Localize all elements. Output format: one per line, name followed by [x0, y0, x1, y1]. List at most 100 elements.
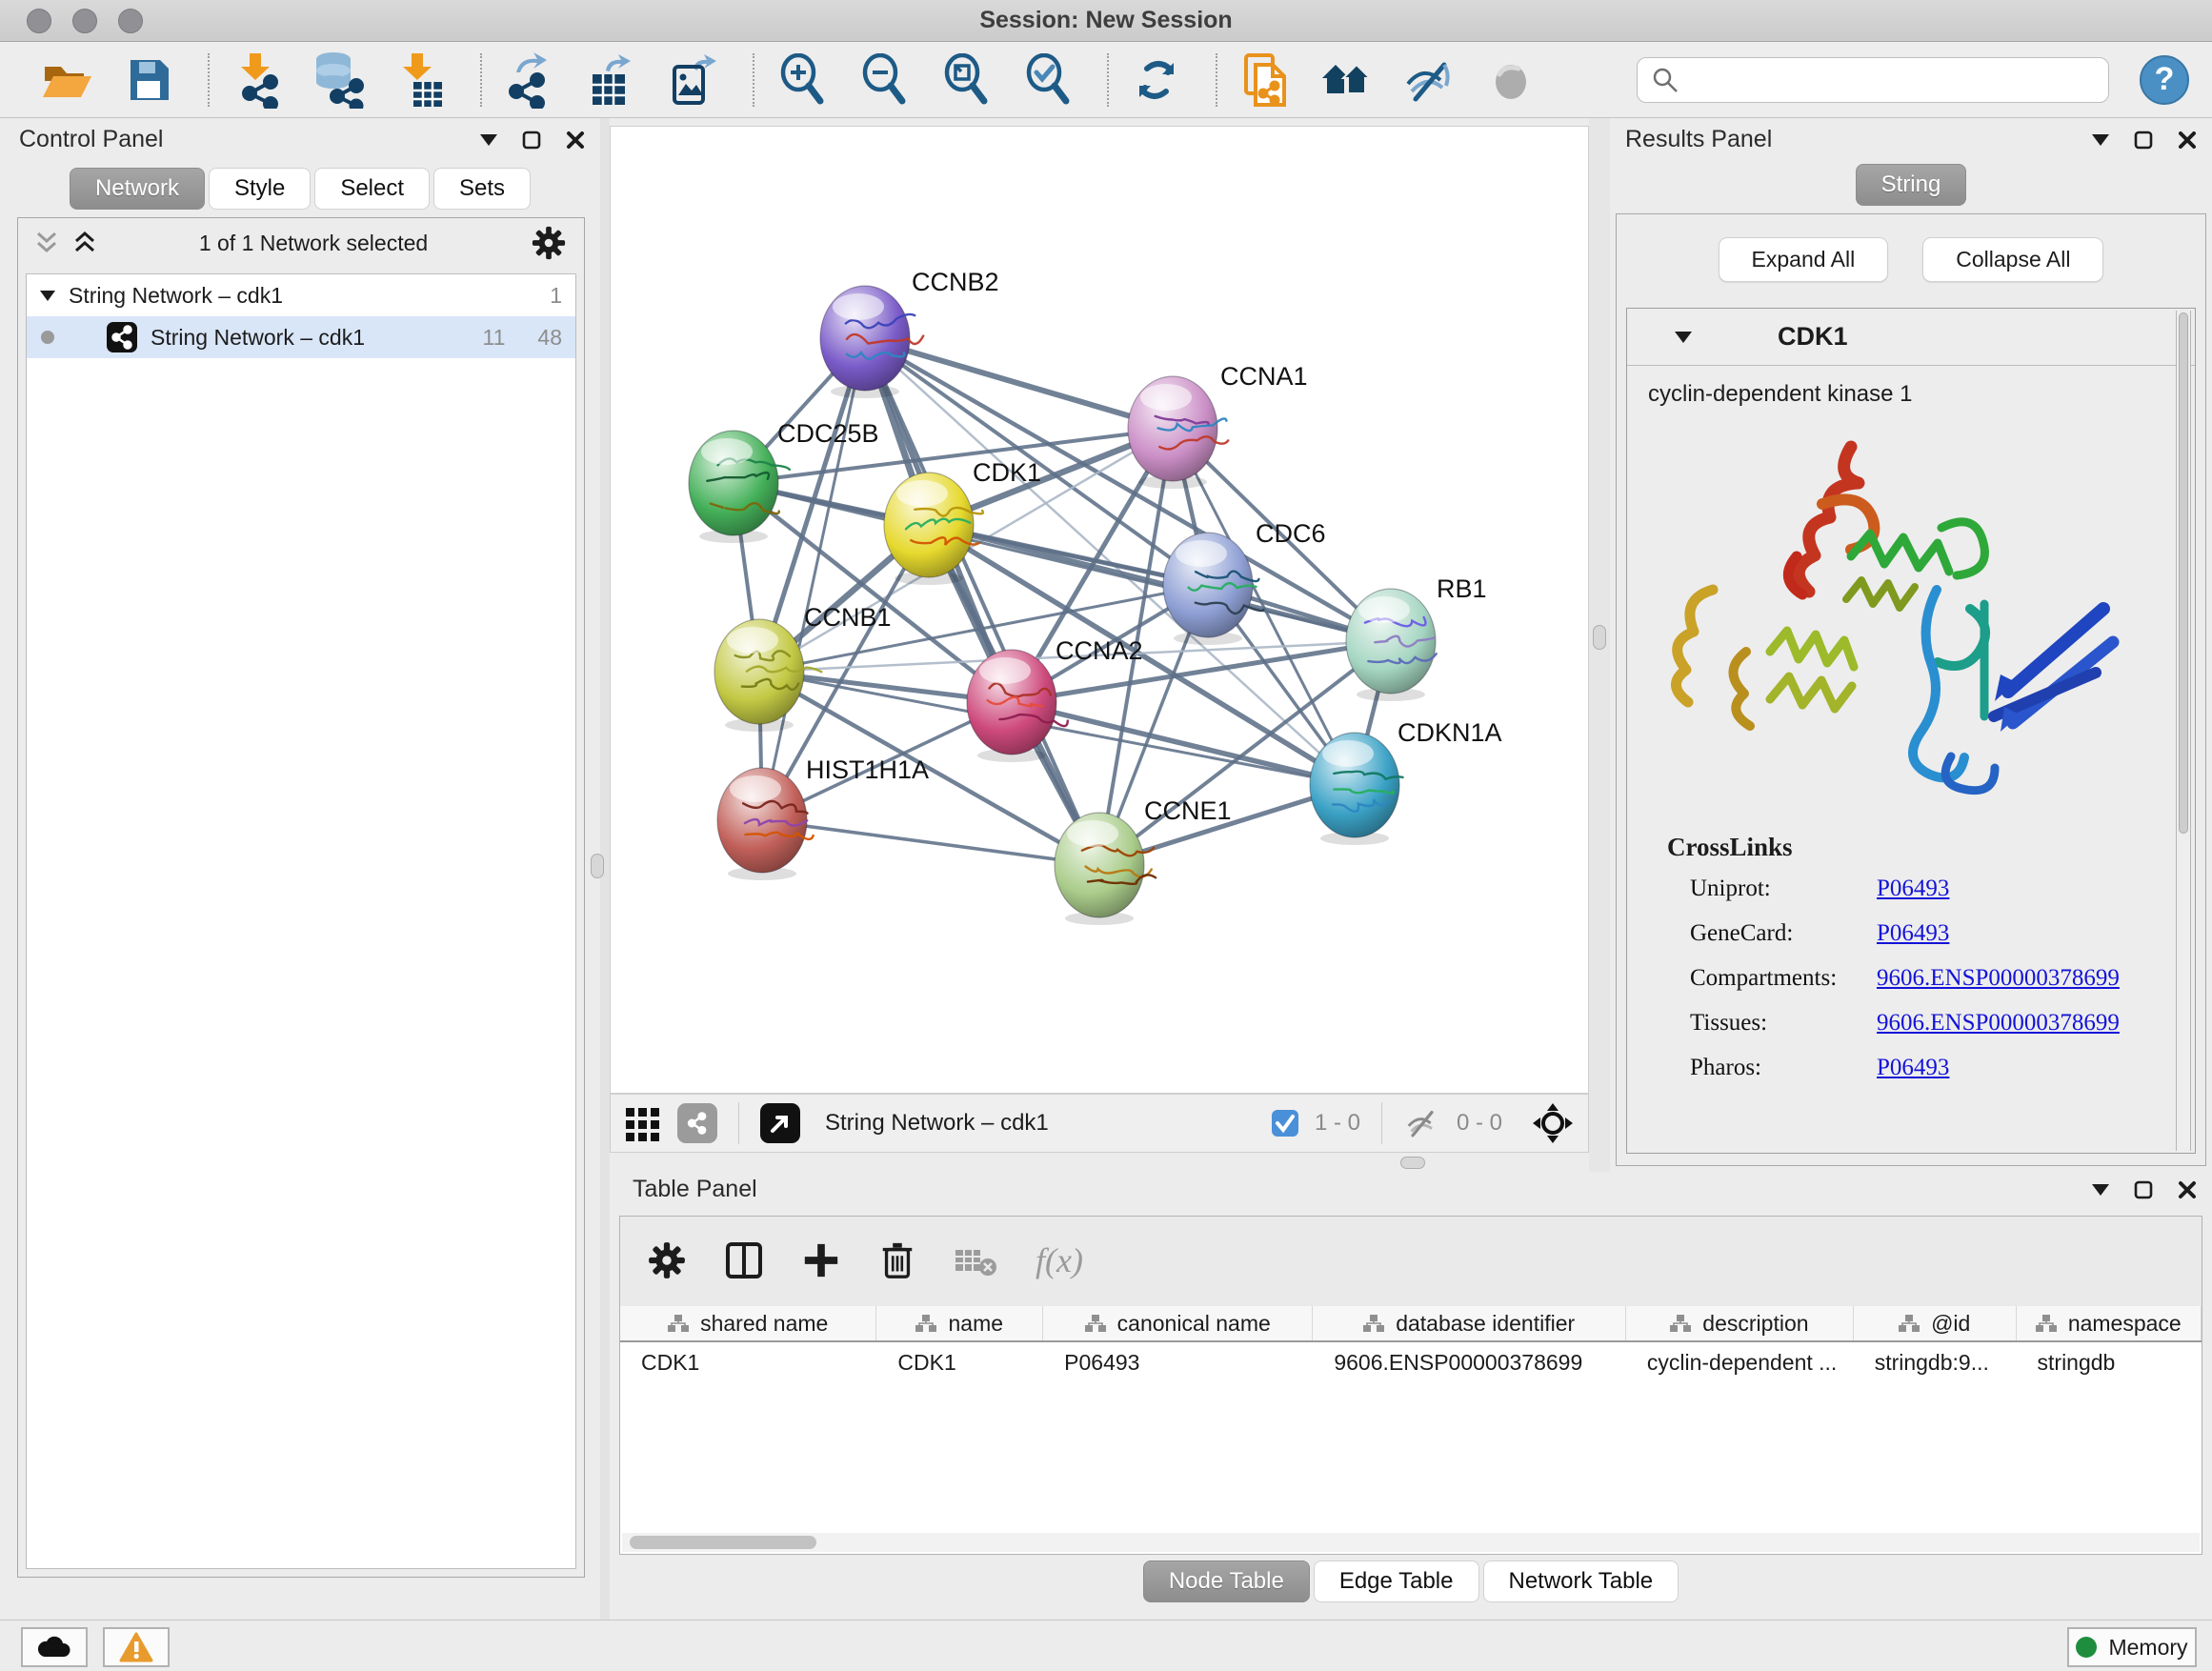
detach-view-icon[interactable]: [760, 1103, 800, 1143]
panel-menu-icon[interactable]: [2092, 1184, 2109, 1196]
help-button[interactable]: ?: [2140, 55, 2189, 105]
column-header-database-identifier[interactable]: database identifier: [1313, 1306, 1626, 1340]
results-scrollbar-thumb[interactable]: [2179, 312, 2188, 834]
add-column-icon[interactable]: [801, 1240, 841, 1280]
open-session-button[interactable]: [38, 50, 95, 111]
zoom-in-button[interactable]: [774, 50, 831, 111]
crosslink-link[interactable]: 9606.ENSP00000378699: [1877, 1010, 2120, 1037]
tab-style[interactable]: Style: [209, 168, 311, 210]
tab-node-table[interactable]: Node Table: [1143, 1560, 1310, 1602]
grid-view-icon[interactable]: [624, 1104, 662, 1142]
float-panel-icon[interactable]: [2134, 1180, 2153, 1199]
import-network-database-button[interactable]: [311, 50, 368, 111]
close-panel-icon[interactable]: [566, 131, 585, 150]
apply-layout-button[interactable]: [1128, 50, 1185, 111]
save-session-button[interactable]: [120, 50, 177, 111]
tab-network[interactable]: Network: [70, 168, 205, 210]
delete-table-icon-disabled[interactable]: [954, 1242, 999, 1278]
selected-checkbox-icon[interactable]: [1271, 1109, 1299, 1137]
table-cell[interactable]: stringdb:9...: [1854, 1350, 2017, 1376]
network-collection-row[interactable]: String Network – cdk1 1: [27, 274, 575, 316]
function-builder-icon[interactable]: f(x): [1036, 1240, 1083, 1280]
collapse-all-networks-icon[interactable]: [35, 231, 58, 255]
float-panel-icon[interactable]: [522, 131, 541, 150]
column-header--id[interactable]: @id: [1854, 1306, 2017, 1340]
results-scrollbar[interactable]: [2176, 311, 2191, 1151]
expand-all-button[interactable]: Expand All: [1719, 237, 1889, 282]
cloud-status-button[interactable]: [21, 1627, 88, 1667]
network-graph[interactable]: CCNB2CCNA1CDC25BCDK1CDC6RB1CCNB1CCNA2CDK…: [611, 127, 1588, 1093]
table-cell[interactable]: 9606.ENSP00000378699: [1313, 1350, 1626, 1376]
tab-string[interactable]: String: [1856, 164, 1967, 206]
tab-sets[interactable]: Sets: [433, 168, 531, 210]
warnings-button[interactable]: [103, 1627, 170, 1667]
table-cell[interactable]: CDK1: [876, 1350, 1043, 1376]
show-all-button[interactable]: [1482, 50, 1539, 111]
panel-menu-icon[interactable]: [2092, 134, 2109, 146]
table-hscrollbar-thumb[interactable]: [630, 1536, 816, 1549]
export-table-button[interactable]: [583, 50, 640, 111]
clone-network-button[interactable]: [1237, 50, 1294, 111]
gene-card-header[interactable]: CDK1: [1627, 309, 2195, 366]
network-view-share-icon[interactable]: [677, 1103, 717, 1143]
column-type-icon: [915, 1314, 936, 1333]
column-header-shared-name[interactable]: shared name: [620, 1306, 876, 1340]
collection-expander-icon[interactable]: [40, 291, 55, 301]
fit-content-crosshair-icon[interactable]: [1531, 1101, 1575, 1145]
zoom-selected-button[interactable]: [1019, 50, 1076, 111]
memory-button[interactable]: Memory: [2067, 1627, 2197, 1667]
table-cell[interactable]: cyclin-dependent ...: [1626, 1350, 1854, 1376]
crosslink-link[interactable]: 9606.ENSP00000378699: [1877, 965, 2120, 992]
expand-all-networks-icon[interactable]: [73, 231, 96, 255]
column-header-canonical-name[interactable]: canonical name: [1043, 1306, 1313, 1340]
column-header-description[interactable]: description: [1626, 1306, 1854, 1340]
hidden-eye-icon[interactable]: [1403, 1108, 1441, 1138]
crosslink-link[interactable]: P06493: [1877, 876, 1949, 902]
search-box[interactable]: [1637, 57, 2109, 103]
gene-expander-icon[interactable]: [1675, 332, 1692, 343]
column-type-icon: [1363, 1314, 1384, 1333]
crosslink-link[interactable]: P06493: [1877, 920, 1949, 947]
crosslink-link[interactable]: P06493: [1877, 1055, 1949, 1081]
tab-network-table[interactable]: Network Table: [1483, 1560, 1679, 1602]
export-table-icon: [585, 51, 638, 109]
search-input[interactable]: [1689, 67, 2095, 92]
network-node-count: 11: [483, 325, 506, 351]
table-cell[interactable]: P06493: [1043, 1350, 1313, 1376]
network-canvas[interactable]: CCNB2CCNA1CDC25BCDK1CDC6RB1CCNB1CCNA2CDK…: [610, 126, 1589, 1094]
toolbar-separator: [480, 53, 482, 107]
table-cell[interactable]: stringdb: [2017, 1350, 2202, 1376]
export-image-button[interactable]: [665, 50, 722, 111]
close-panel-icon[interactable]: [2178, 131, 2197, 150]
left-splitter-grip[interactable]: [591, 854, 604, 878]
close-panel-icon[interactable]: [2178, 1180, 2197, 1199]
tab-edge-table[interactable]: Edge Table: [1314, 1560, 1479, 1602]
table-panel-title: Table Panel: [633, 1176, 757, 1203]
collapse-all-button[interactable]: Collapse All: [1922, 237, 2103, 282]
delete-column-icon[interactable]: [877, 1238, 917, 1282]
import-table-file-button[interactable]: [392, 50, 450, 111]
import-network-file-button[interactable]: [229, 50, 286, 111]
network-row[interactable]: String Network – cdk1 11 48: [27, 316, 575, 358]
panel-menu-icon[interactable]: [480, 134, 497, 146]
right-splitter-grip[interactable]: [1593, 625, 1606, 650]
table-hscrollbar[interactable]: [622, 1533, 2200, 1552]
node-label-CCNB1: CCNB1: [804, 603, 892, 632]
string-protein-query-button[interactable]: [1318, 50, 1376, 111]
bottom-splitter-grip[interactable]: [1400, 1157, 1425, 1169]
column-type-icon: [1899, 1314, 1920, 1333]
zoom-out-button[interactable]: [855, 50, 913, 111]
column-header-name[interactable]: name: [876, 1306, 1043, 1340]
tab-select[interactable]: Select: [314, 168, 430, 210]
table-cell[interactable]: CDK1: [620, 1350, 876, 1376]
table-options-gear-icon[interactable]: [647, 1240, 687, 1280]
column-header-namespace[interactable]: namespace: [2017, 1306, 2202, 1340]
string-results-box: Expand All Collapse All CDK1 cyclin-depe…: [1616, 213, 2206, 1166]
export-network-button[interactable]: [501, 50, 558, 111]
hide-selected-button[interactable]: [1400, 50, 1458, 111]
zoom-fit-button[interactable]: [937, 50, 995, 111]
network-options-gear-icon[interactable]: [531, 225, 567, 261]
show-columns-icon[interactable]: [723, 1239, 765, 1281]
float-panel-icon[interactable]: [2134, 131, 2153, 150]
table-row[interactable]: CDK1CDK1P064939606.ENSP00000378699cyclin…: [620, 1342, 2202, 1382]
